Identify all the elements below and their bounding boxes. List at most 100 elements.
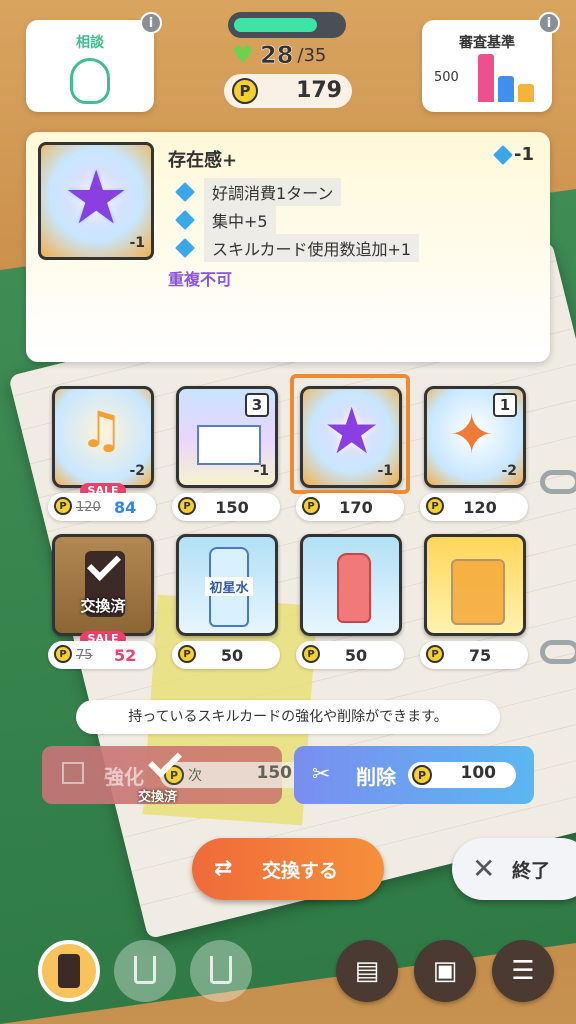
effect-text: 集中+5 [204, 206, 276, 234]
stamina-diamond-icon [490, 141, 516, 168]
shop-drink-juice[interactable] [300, 534, 402, 636]
shop-drink-can[interactable]: 交換済 [52, 534, 154, 636]
stamina-max: /35 [297, 44, 327, 66]
coin-icon: P [232, 78, 258, 104]
price-tag: P 150 [172, 493, 280, 521]
shop-drink-fruit-tea[interactable] [424, 534, 526, 636]
music-note-icon: ♫ [79, 401, 124, 459]
criteria-bar-visual [518, 84, 534, 102]
shop-card-dance[interactable]: ✦ 1 -2 [424, 386, 526, 488]
bag-icon: ▣ [432, 956, 458, 986]
criteria-bar-vocal [478, 54, 494, 102]
info-icon[interactable]: i [140, 12, 162, 34]
drink-slot-2[interactable] [114, 940, 176, 1002]
drink-slot-1[interactable] [38, 940, 100, 1002]
price-value: 120 [463, 497, 497, 517]
coin-value: 179 [296, 78, 342, 103]
consult-label: 相談 [76, 35, 104, 51]
effect-text: スキルカード使用数追加+1 [204, 234, 420, 262]
effect-text: 好調消費1ターン [204, 178, 342, 206]
card-detail-art: ★ -1 [38, 142, 154, 260]
criteria-bar-dance [498, 76, 514, 102]
coin-icon: P [54, 645, 72, 663]
card-cost: -1 [253, 463, 269, 479]
empty-cup-icon [134, 956, 156, 984]
menu-icon: ☰ [511, 956, 535, 986]
card-detail-panel: ★ -1 存在感+ -1 好調消費1ターン 集中+5 スキルカード使用数追加+1… [26, 132, 550, 362]
hint-text: 持っているスキルカードの強化や削除ができます。 [76, 700, 500, 734]
enhance-price-pill: P 次 150 [160, 762, 308, 788]
heart-icon: ♥ [232, 41, 254, 69]
card-cost-value: -1 [514, 144, 534, 165]
item-bag-button[interactable]: ▣ [414, 940, 476, 1002]
card-cost-tag: -1 [490, 141, 534, 168]
deck-button[interactable]: ▤ [336, 940, 398, 1002]
stamina-bar [228, 12, 346, 38]
enhance-price: 150 [256, 763, 293, 783]
card-cost: -1 [129, 235, 145, 251]
price-value: 150 [215, 497, 249, 517]
criteria-panel[interactable]: 審査基準 500 i [422, 12, 560, 112]
drink-slot-3[interactable] [190, 940, 252, 1002]
fruit-tea-icon [451, 559, 505, 625]
exchange-arrows-icon: ⇄ [214, 856, 233, 881]
star-icon: ★ [63, 155, 130, 241]
coin-icon: P [412, 765, 432, 785]
price-tag: P 120 84 [48, 493, 156, 521]
price-value: 50 [220, 645, 244, 665]
effect-diamond-icon [172, 235, 198, 261]
document-icon: ▤ [354, 956, 380, 986]
card-cost: -2 [129, 463, 145, 479]
end-label: 終了 [512, 860, 551, 882]
card-level-badge: 1 [493, 393, 517, 417]
info-icon[interactable]: i [538, 12, 560, 34]
stamina-fill [234, 18, 317, 32]
exchange-button[interactable]: ⇄ 交換する [192, 838, 384, 900]
coin-counter: P 179 [224, 74, 352, 108]
effect-row: 集中+5 [172, 206, 419, 234]
effect-list: 好調消費1ターン 集中+5 スキルカード使用数追加+1 [172, 178, 420, 262]
enhance-next-label: 次 [188, 768, 202, 784]
sale-price: 84 [114, 497, 137, 517]
price-value: 50 [344, 645, 368, 665]
delete-button[interactable]: ✂ 削除 P 100 [294, 746, 534, 804]
selected-card-frame [290, 374, 410, 494]
shop-card-music[interactable]: ♫ -2 [52, 386, 154, 488]
delete-price-pill: P 100 [408, 762, 516, 788]
price-tag: P 75 52 [48, 641, 156, 669]
consult-panel[interactable]: 相談 i [26, 12, 162, 112]
enhance-button[interactable]: 強化 P 次 150 交換済 [42, 744, 308, 805]
exchange-label: 交換する [262, 860, 339, 882]
price-value: 75 [468, 645, 492, 665]
price-tag: P 120 [420, 493, 528, 521]
shop-card-poster[interactable]: 3 -1 [176, 386, 278, 488]
no-duplicate-note: 重複不可 [168, 270, 233, 289]
delete-label: 削除 [356, 765, 396, 789]
juice-bottle-icon [337, 553, 371, 623]
delete-price: 100 [460, 763, 497, 783]
effect-diamond-icon [172, 179, 198, 205]
scissors-icon: ✂ [312, 762, 331, 787]
dancer-icon: ✦ [449, 403, 495, 466]
effect-row: 好調消費1ターン [172, 178, 419, 206]
binder-ring [540, 470, 576, 494]
coin-icon: P [54, 497, 72, 515]
binder-ring [540, 640, 576, 664]
empty-cup-icon [210, 956, 232, 984]
price-tag: P 170 [296, 493, 404, 521]
effect-diamond-icon [172, 207, 198, 233]
card-cost: -2 [501, 463, 517, 479]
enhance-icon [62, 762, 84, 784]
enhance-owned-label: 交換済 [138, 790, 178, 805]
menu-button[interactable]: ☰ [492, 940, 554, 1002]
effect-row: スキルカード使用数追加+1 [172, 234, 420, 262]
close-icon: ✕ [472, 852, 496, 885]
can-icon [58, 954, 80, 988]
price-tag: P 50 [172, 641, 280, 669]
shop-drink-water[interactable]: 初星水 [176, 534, 278, 636]
stamina-current: 28 [260, 41, 294, 70]
water-bottle-label: 初星水 [205, 577, 253, 596]
criteria-value: 500 [434, 70, 459, 85]
end-button[interactable]: ✕ 終了 [452, 838, 576, 900]
card-title: 存在感+ [168, 150, 238, 171]
